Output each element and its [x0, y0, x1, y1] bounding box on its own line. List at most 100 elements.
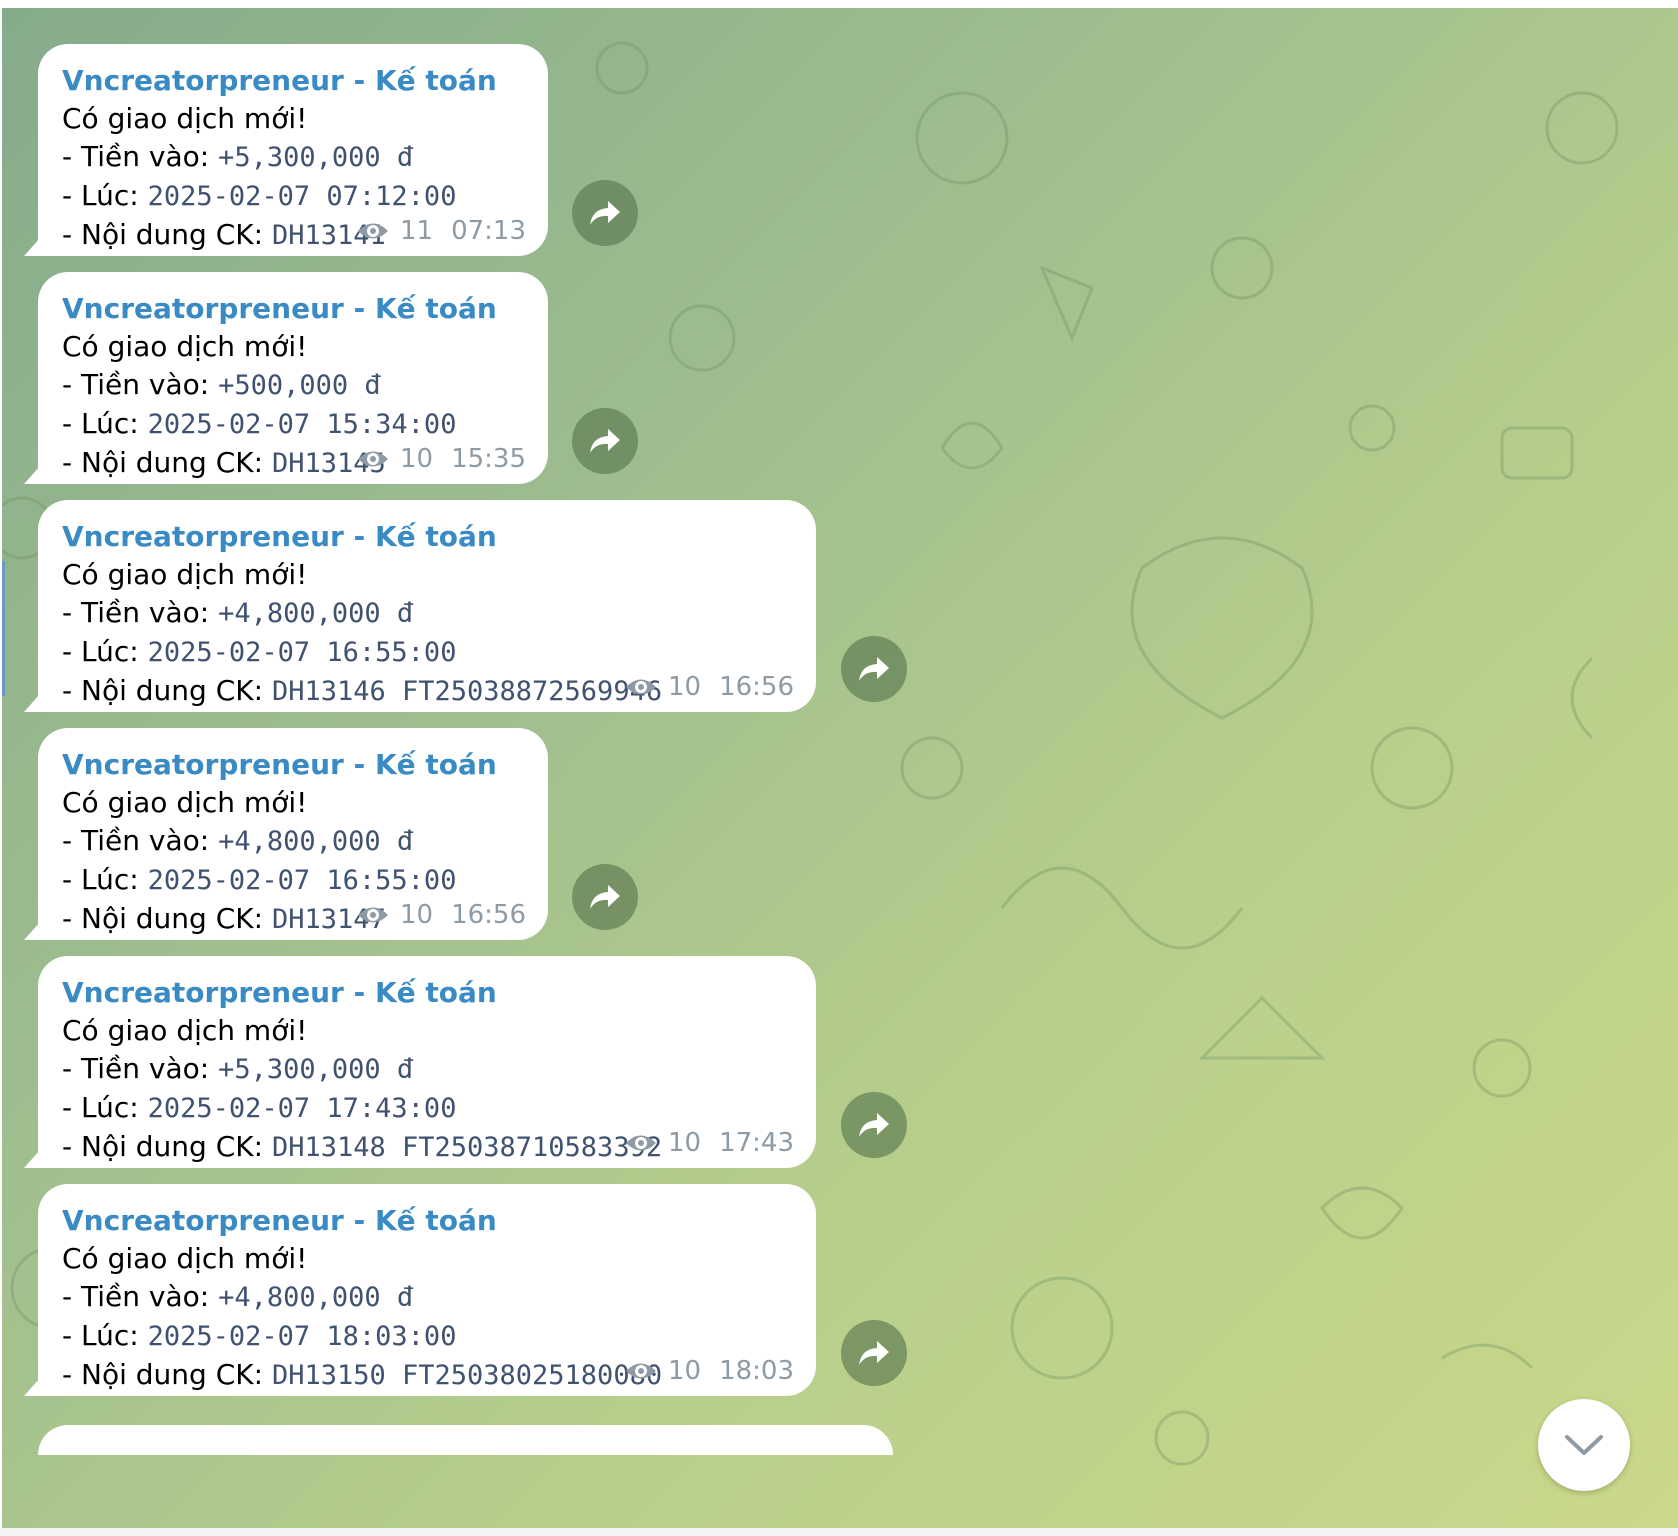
- message-heading: Có giao dịch mới!: [62, 786, 308, 819]
- amount-line: - Tiền vào: +4,800,000 đ: [62, 594, 794, 633]
- datetime-value: 2025-02-07 17:43:00: [147, 1093, 457, 1124]
- forward-arrow-icon: [859, 1113, 889, 1137]
- message-item[interactable]: Vncreatorpreneur - Kế toán Có giao dịch …: [38, 1184, 816, 1396]
- content-label: - Nội dung CK:: [62, 902, 272, 935]
- view-count: 10: [399, 900, 434, 930]
- eye-icon: [357, 907, 388, 923]
- amount-label: - Tiền vào:: [62, 824, 219, 857]
- chevron-down-icon: [1565, 1435, 1603, 1455]
- datetime-value: 2025-02-07 16:55:00: [147, 637, 457, 668]
- message-time: 16:56: [451, 900, 526, 930]
- datetime-line: - Lúc: 2025-02-07 16:55:00: [62, 633, 794, 672]
- left-selection-accent: [2, 561, 5, 696]
- sender-name[interactable]: Vncreatorpreneur - Kế toán: [62, 1202, 794, 1240]
- view-count: 10: [399, 444, 434, 474]
- message-item[interactable]: Vncreatorpreneur - Kế toán Có giao dịch …: [38, 728, 548, 940]
- forward-button[interactable]: [572, 408, 638, 474]
- message-meta: 11 07:13: [356, 216, 526, 246]
- message-item[interactable]: Vncreatorpreneur - Kế toán Có giao dịch …: [38, 956, 816, 1168]
- datetime-label: - Lúc:: [62, 863, 148, 896]
- message-heading: Có giao dịch mới!: [62, 1242, 308, 1275]
- message-time: 16:56: [719, 672, 794, 702]
- amount-value: +5,300,000 đ: [218, 142, 414, 173]
- message-meta: 10 16:56: [624, 672, 794, 702]
- content-label: - Nội dung CK:: [62, 446, 272, 479]
- message-bubble[interactable]: Vncreatorpreneur - Kế toán Có giao dịch …: [38, 500, 816, 712]
- datetime-line: - Lúc: 2025-02-07 16:55:00: [62, 861, 526, 900]
- amount-value: +500,000 đ: [218, 370, 381, 401]
- forward-arrow-icon: [859, 657, 889, 681]
- amount-value: +5,300,000 đ: [218, 1054, 414, 1085]
- amount-line: - Tiền vào: +4,800,000 đ: [62, 822, 526, 861]
- datetime-line: - Lúc: 2025-02-07 17:43:00: [62, 1089, 794, 1128]
- datetime-label: - Lúc:: [62, 1319, 148, 1352]
- content-label: - Nội dung CK:: [62, 1358, 272, 1391]
- datetime-line: - Lúc: 2025-02-07 15:34:00: [62, 405, 526, 444]
- sender-name[interactable]: Vncreatorpreneur - Kế toán: [62, 518, 794, 556]
- forward-button[interactable]: [572, 180, 638, 246]
- sender-name[interactable]: Vncreatorpreneur - Kế toán: [62, 62, 526, 100]
- message-bubble[interactable]: Vncreatorpreneur - Kế toán Có giao dịch …: [38, 272, 548, 484]
- datetime-value: 2025-02-07 15:34:00: [147, 409, 457, 440]
- forward-button[interactable]: [841, 1320, 907, 1386]
- amount-label: - Tiền vào:: [62, 368, 219, 401]
- amount-line: - Tiền vào: +4,800,000 đ: [62, 1278, 794, 1317]
- forward-arrow-icon: [590, 201, 620, 225]
- sender-name[interactable]: Vncreatorpreneur - Kế toán: [62, 974, 794, 1012]
- datetime-value: 2025-02-07 07:12:00: [147, 181, 457, 212]
- message-bubble[interactable]: Vncreatorpreneur - Kế toán Có giao dịch …: [38, 44, 548, 256]
- view-count: 11: [399, 216, 434, 246]
- amount-label: - Tiền vào:: [62, 596, 219, 629]
- amount-label: - Tiền vào:: [62, 1280, 219, 1313]
- eye-icon: [357, 451, 388, 467]
- message-meta: 10 16:56: [356, 900, 526, 930]
- message-heading: Có giao dịch mới!: [62, 102, 308, 135]
- message-meta: 10 18:03: [624, 1356, 794, 1386]
- message-item[interactable]: Vncreatorpreneur - Kế toán Có giao dịch …: [38, 500, 816, 712]
- eye-icon: [625, 1363, 656, 1379]
- datetime-label: - Lúc:: [62, 179, 148, 212]
- message-bubble[interactable]: Vncreatorpreneur - Kế toán Có giao dịch …: [38, 1184, 816, 1396]
- message-bubble[interactable]: Vncreatorpreneur - Kế toán Có giao dịch …: [38, 728, 548, 940]
- amount-label: - Tiền vào:: [62, 1052, 219, 1085]
- content-label: - Nội dung CK:: [62, 218, 272, 251]
- forward-button[interactable]: [841, 636, 907, 702]
- content-label: - Nội dung CK:: [62, 1130, 272, 1163]
- eye-icon: [357, 223, 388, 239]
- message-time: 07:13: [451, 216, 526, 246]
- amount-value: +4,800,000 đ: [218, 598, 414, 629]
- message-item[interactable]: Vncreatorpreneur - Kế toán Có giao dịch …: [38, 272, 548, 484]
- sender-name[interactable]: Vncreatorpreneur - Kế toán: [62, 746, 526, 784]
- view-count: 10: [667, 1356, 702, 1386]
- amount-line: - Tiền vào: +5,300,000 đ: [62, 138, 526, 177]
- message-heading: Có giao dịch mới!: [62, 1014, 308, 1047]
- amount-value: +4,800,000 đ: [218, 826, 414, 857]
- content-value: DH13148 FT25038710583392: [271, 1132, 663, 1163]
- forward-arrow-icon: [590, 429, 620, 453]
- message-heading: Có giao dịch mới!: [62, 558, 308, 591]
- forward-button[interactable]: [572, 864, 638, 930]
- eye-icon: [625, 1135, 656, 1151]
- amount-line: - Tiền vào: +500,000 đ: [62, 366, 526, 405]
- amount-line: - Tiền vào: +5,300,000 đ: [62, 1050, 794, 1089]
- sender-name[interactable]: Vncreatorpreneur - Kế toán: [62, 290, 526, 328]
- datetime-value: 2025-02-07 18:03:00: [147, 1321, 457, 1352]
- datetime-label: - Lúc:: [62, 1091, 148, 1124]
- content-value: DH13146 FT25038872569946: [271, 676, 663, 707]
- message-bubble[interactable]: Vncreatorpreneur - Kế toán Có giao dịch …: [38, 956, 816, 1168]
- datetime-line: - Lúc: 2025-02-07 18:03:00: [62, 1317, 794, 1356]
- view-count: 10: [667, 1128, 702, 1158]
- chat-background: Vncreatorpreneur - Kế toán Có giao dịch …: [2, 8, 1678, 1536]
- datetime-label: - Lúc:: [62, 407, 148, 440]
- scroll-down-button[interactable]: [1538, 1399, 1630, 1491]
- message-item[interactable]: Vncreatorpreneur - Kế toán Có giao dịch …: [38, 44, 548, 256]
- message-bubble-partial[interactable]: [38, 1425, 893, 1455]
- forward-arrow-icon: [859, 1341, 889, 1365]
- datetime-line: - Lúc: 2025-02-07 07:12:00: [62, 177, 526, 216]
- message-time: 17:43: [719, 1128, 794, 1158]
- forward-button[interactable]: [841, 1092, 907, 1158]
- message-meta: 10 15:35: [356, 444, 526, 474]
- view-count: 10: [667, 672, 702, 702]
- datetime-value: 2025-02-07 16:55:00: [147, 865, 457, 896]
- forward-arrow-icon: [590, 885, 620, 909]
